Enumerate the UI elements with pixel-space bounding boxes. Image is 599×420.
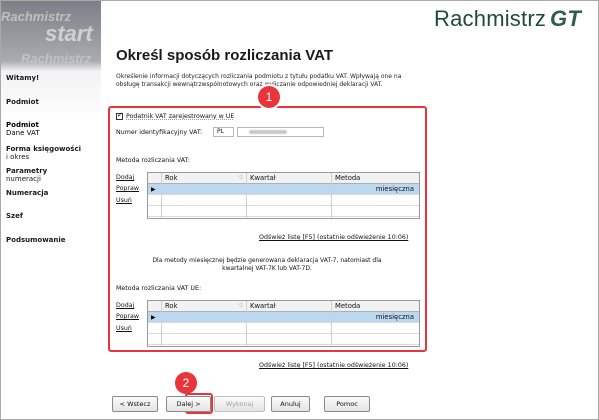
sidebar-item-podmiot[interactable]: Podmiot — [6, 98, 39, 106]
sidebar-item-label: Szef — [6, 212, 23, 220]
grid-line — [331, 301, 332, 346]
sidebar-item-label: Witamy! — [6, 74, 40, 82]
column-header-year[interactable]: Rok ▽ — [162, 301, 247, 312]
table-header: Rok ▽ Kwartał Metoda — [148, 301, 419, 312]
table-row[interactable]: ▶ miesięczna — [148, 312, 419, 323]
sidebar-item-sublabel: numeracji — [6, 175, 41, 183]
sidebar-item-forma-ksiegowosci[interactable]: Forma księgowości i okres — [6, 145, 81, 161]
table-row[interactable] — [148, 206, 419, 217]
logo-gt: GT — [550, 6, 581, 31]
table-row[interactable] — [148, 195, 419, 206]
column-label: Rok — [165, 302, 178, 310]
refresh-link[interactable]: Odśwież listę [F5] (ostatnie odświeżenie… — [259, 234, 408, 241]
sidebar-item-label: Forma księgowości — [6, 145, 81, 153]
vat-ue-label: Podatnik VAT zarejestrowany w UE — [126, 113, 235, 120]
sidebar-item-sublabel: Dane VAT — [6, 129, 40, 137]
grid-line — [246, 301, 247, 346]
remove-link[interactable]: Usuń — [116, 325, 132, 332]
sidebar-item-szef[interactable]: Szef — [6, 212, 23, 220]
method-vat-ue-label: Metoda rozliczania VAT UE: — [116, 285, 202, 292]
back-button[interactable]: < Wstecz — [112, 396, 158, 412]
next-button[interactable]: Dalej > — [166, 396, 211, 412]
step-badge-1: 1 — [258, 86, 280, 108]
nip-number-field[interactable] — [237, 127, 324, 137]
sidebar-item-label: Parametry — [6, 167, 48, 175]
app-logo: Rachmistrz GT — [434, 6, 581, 32]
table-row[interactable] — [148, 334, 419, 345]
logo-text: Rachmistrz — [434, 6, 547, 31]
table-row[interactable] — [148, 323, 419, 334]
grid-line — [331, 173, 332, 218]
sidebar-item-label: Podsumowanie — [6, 236, 66, 244]
column-header-quarter[interactable]: Kwartał — [247, 301, 332, 312]
method-cell: miesięczna — [375, 313, 414, 321]
help-button[interactable]: Pomoc — [324, 396, 370, 412]
sidebar: Rachmistrz start Rachmistrz — [1, 1, 101, 419]
method-note: Dla metody miesięcznej będzie generowana… — [152, 257, 382, 272]
sidebar-item-parametry[interactable]: Parametry numeracji — [6, 167, 47, 183]
grid-line — [246, 173, 247, 218]
column-header-method[interactable]: Metoda — [332, 301, 420, 312]
sidebar-item-dane-vat[interactable]: Podmiot Dane VAT — [6, 121, 40, 137]
page-title: Określ sposób rozliczania VAT — [116, 47, 334, 64]
execute-button[interactable]: Wykonaj — [214, 396, 265, 412]
nip-prefix-field[interactable]: PL — [213, 127, 234, 137]
vat-ue-method-table[interactable]: Rok ▽ Kwartał Metoda ▶ miesięczna — [147, 300, 420, 347]
sidebar-item-label: Numeracja — [6, 189, 49, 197]
add-link[interactable]: Dodaj — [116, 174, 134, 181]
column-header-quarter[interactable]: Kwartał — [247, 173, 332, 184]
table-header: Rok ▽ Kwartał Metoda — [148, 173, 419, 184]
edit-link[interactable]: Popraw — [116, 185, 139, 192]
column-label: Rok — [165, 174, 178, 182]
sidebar-item-witamy[interactable]: Witamy! — [6, 74, 39, 82]
row-pointer-icon: ▶ — [151, 186, 156, 193]
sidebar-item-label: Podmiot — [6, 121, 39, 129]
method-cell: miesięczna — [375, 185, 414, 193]
blurred-value — [249, 130, 287, 134]
watermark-text: Rachmistrz — [21, 51, 92, 66]
add-link[interactable]: Dodaj — [116, 302, 134, 309]
watermark-text: start — [45, 21, 93, 46]
step-badge-2: 2 — [175, 372, 197, 394]
column-header-year[interactable]: Rok ▽ — [162, 173, 247, 184]
column-header-method[interactable]: Metoda — [332, 173, 420, 184]
vat-method-table[interactable]: Rok ▽ Kwartał Metoda ▶ miesięczna — [147, 172, 420, 219]
sidebar-item-podsumowanie[interactable]: Podsumowanie — [6, 236, 66, 244]
edit-link[interactable]: Popraw — [116, 313, 139, 320]
cancel-button[interactable]: Anuluj — [271, 396, 310, 412]
table-row[interactable]: ▶ miesięczna — [148, 184, 419, 195]
row-pointer-icon: ▶ — [151, 314, 156, 321]
grid-line — [161, 301, 162, 346]
sidebar-item-sublabel: i okres — [6, 153, 30, 161]
nip-label: Numer identyfikacyjny VAT: — [116, 129, 203, 136]
sort-icon: ▽ — [239, 175, 243, 181]
sort-icon: ▽ — [239, 303, 243, 309]
vat-ue-checkbox[interactable] — [116, 111, 123, 120]
remove-link[interactable]: Usuń — [116, 197, 132, 204]
sidebar-item-label: Podmiot — [6, 98, 39, 106]
grid-line — [161, 173, 162, 218]
refresh-link[interactable]: Odśwież listę [F5] (ostatnie odświeżenie… — [259, 362, 408, 369]
method-vat-label: Metoda rozliczania VAT: — [116, 157, 190, 164]
sidebar-item-numeracja[interactable]: Numeracja — [6, 189, 48, 197]
